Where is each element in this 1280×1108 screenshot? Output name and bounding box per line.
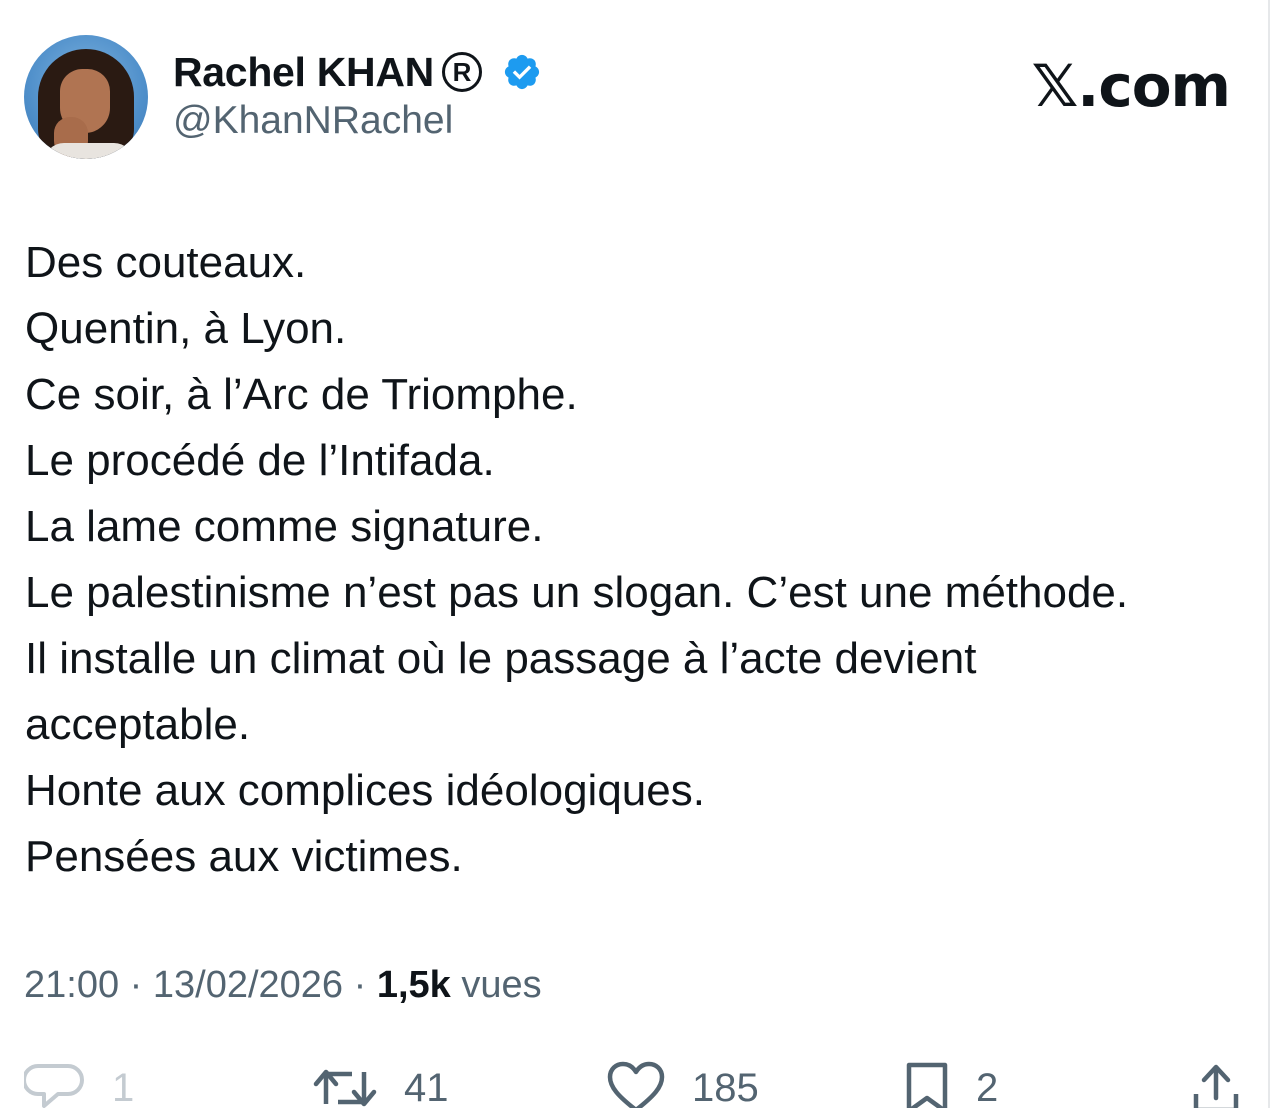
tweet-line: Honte aux complices idéologiques. bbox=[25, 766, 705, 815]
tweet-text: Des couteaux. Quentin, à Lyon. Ce soir, … bbox=[25, 230, 1245, 890]
repost-button[interactable]: 41 bbox=[312, 1058, 449, 1108]
bookmark-button[interactable]: 2 bbox=[904, 1058, 998, 1108]
tweet-date[interactable]: 13/02/2026 bbox=[153, 964, 343, 1006]
author-handle[interactable]: @KhanNRachel bbox=[173, 99, 453, 143]
tweet-line: Pensées aux victimes. bbox=[25, 832, 463, 881]
like-button[interactable]: 185 bbox=[606, 1058, 759, 1108]
reply-icon bbox=[24, 1064, 84, 1108]
scrollbar-edge bbox=[1268, 0, 1270, 1108]
action-bar: 1 41 185 2 bbox=[0, 1058, 1280, 1108]
views-count: 1,5k bbox=[376, 964, 451, 1006]
tweet-time[interactable]: 21:00 bbox=[24, 964, 119, 1006]
like-count: 185 bbox=[692, 1065, 759, 1108]
tweet-screenshot: Rachel KHAN R @KhanNRachel 𝕏.com Des cou… bbox=[0, 0, 1280, 1108]
tweet-line: Le procédé de l’Intifada. bbox=[25, 436, 495, 485]
author-display-name[interactable]: Rachel KHAN bbox=[173, 49, 434, 96]
repost-icon bbox=[313, 1069, 377, 1107]
registered-icon: R bbox=[441, 52, 482, 92]
share-icon bbox=[1193, 1064, 1239, 1108]
tweet-line: Quentin, à Lyon. bbox=[25, 304, 347, 353]
meta-separator: · bbox=[119, 964, 153, 1006]
meta-separator: · bbox=[343, 964, 377, 1006]
avatar-shirt bbox=[44, 143, 134, 159]
tweet-line: Il installe un climat où le passage à l’… bbox=[25, 634, 977, 683]
bookmark-count: 2 bbox=[976, 1065, 999, 1108]
share-button[interactable] bbox=[1190, 1058, 1242, 1108]
tweet-meta: 21:00 · 13/02/2026 · 1,5k vues bbox=[24, 964, 542, 1007]
tweet-line: acceptable. bbox=[25, 700, 251, 749]
views-label: vues bbox=[450, 964, 542, 1006]
tweet-line: La lame comme signature. bbox=[25, 502, 544, 551]
tweet-line: Ce soir, à l’Arc de Triomphe. bbox=[25, 370, 578, 419]
verified-badge-icon bbox=[504, 54, 540, 90]
avatar[interactable] bbox=[24, 35, 148, 159]
heart-icon bbox=[607, 1061, 665, 1108]
bookmark-icon bbox=[906, 1062, 948, 1108]
author-name-row[interactable]: Rachel KHAN R bbox=[173, 46, 542, 98]
repost-count: 41 bbox=[404, 1065, 449, 1108]
reply-count: 1 bbox=[112, 1065, 135, 1108]
x-logo-brand: 𝕏.com bbox=[1031, 52, 1231, 120]
tweet-line: Des couteaux. bbox=[25, 238, 307, 287]
reply-button[interactable]: 1 bbox=[24, 1058, 134, 1108]
tweet-line: Le palestinisme n’est pas un slogan. C’e… bbox=[25, 568, 1129, 617]
